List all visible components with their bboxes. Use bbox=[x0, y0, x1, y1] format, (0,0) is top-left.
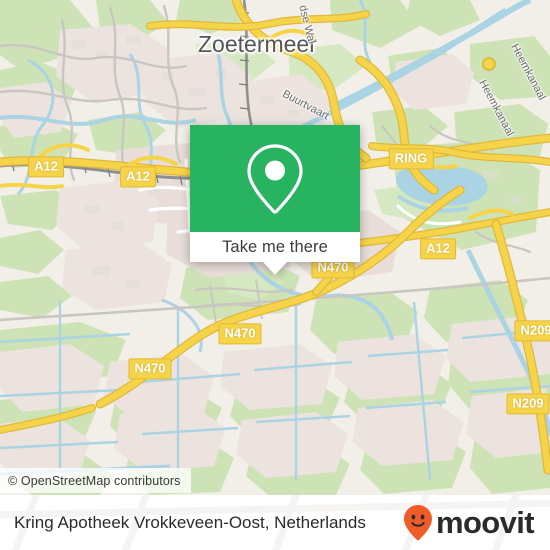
city-label: Zoetermeer bbox=[198, 31, 317, 58]
road-shield: A12 bbox=[420, 238, 456, 260]
road-shield: RING bbox=[388, 148, 434, 170]
road-shield-label: N209 bbox=[520, 322, 550, 338]
attribution-text: © OpenStreetMap contributors bbox=[8, 473, 181, 488]
road-shield: N470 bbox=[218, 323, 262, 345]
road-shield: A12 bbox=[28, 156, 64, 178]
road-shield: N470 bbox=[128, 358, 172, 380]
popup-action-bar[interactable]: Take me there bbox=[190, 232, 360, 262]
city-label-text: Zoetermeer bbox=[198, 31, 317, 57]
road-shield: N209 bbox=[506, 393, 550, 415]
road-shield: A12 bbox=[120, 166, 156, 188]
footer-bar: Kring Apotheek Vrokkeveen-Oost, Netherla… bbox=[0, 495, 550, 550]
popup-image-area bbox=[190, 125, 360, 232]
take-me-there-label: Take me there bbox=[222, 237, 328, 256]
map-canvas[interactable]: .grn { fill:#cde3b6; } .grn2 { fill:#d6e… bbox=[0, 0, 550, 495]
moovit-smiley-pin-icon bbox=[403, 504, 432, 540]
map-pin-icon bbox=[247, 143, 303, 214]
road-shield: N209 bbox=[514, 320, 550, 342]
moovit-wordmark: moovit bbox=[435, 505, 535, 540]
road-shield-label: A12 bbox=[426, 240, 450, 256]
place-title-text: Kring Apotheek Vrokkeveen-Oost, Netherla… bbox=[14, 512, 366, 532]
road-shield-label: N209 bbox=[512, 395, 544, 411]
road-shield-label: A12 bbox=[34, 158, 58, 174]
road-shield-label: A12 bbox=[126, 168, 150, 184]
place-title: Kring Apotheek Vrokkeveen-Oost, Netherla… bbox=[14, 513, 366, 533]
screenshot-root: .grn { fill:#cde3b6; } .grn2 { fill:#d6e… bbox=[0, 0, 550, 550]
popup-pointer-tail bbox=[263, 262, 287, 275]
road-shield-label: N470 bbox=[224, 325, 256, 341]
road-shield-label: RING bbox=[394, 150, 428, 166]
road-shield-label: N470 bbox=[134, 360, 166, 376]
location-popup-card[interactable]: Take me there bbox=[190, 125, 360, 275]
osm-attribution[interactable]: © OpenStreetMap contributors bbox=[0, 468, 191, 493]
roundabout-icon bbox=[482, 57, 496, 71]
moovit-logo[interactable]: moovit bbox=[403, 504, 535, 542]
